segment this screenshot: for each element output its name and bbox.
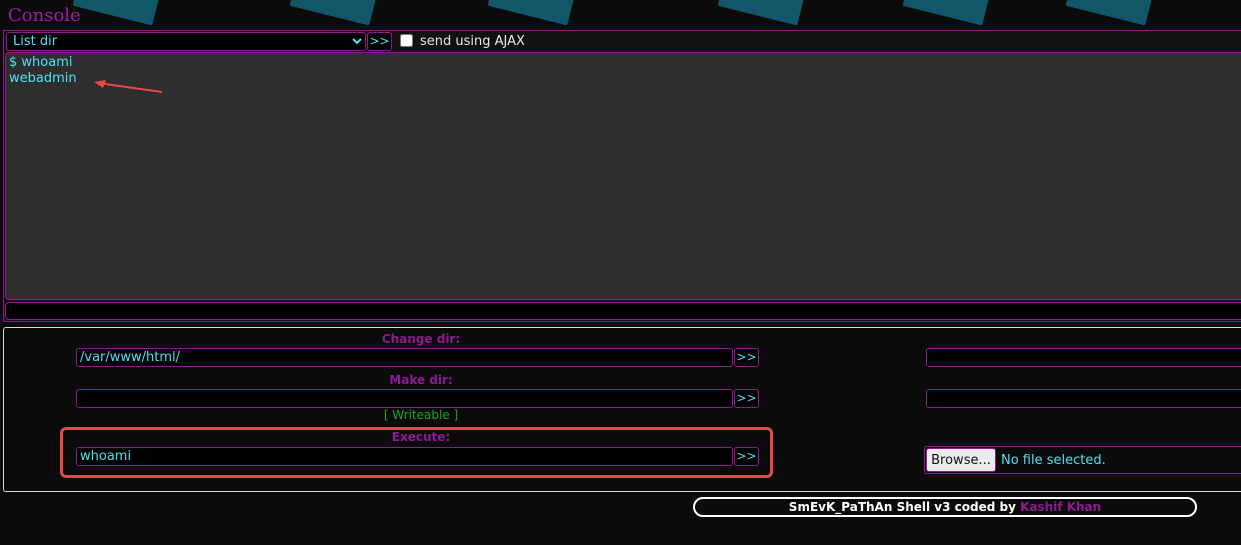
file-status: No file selected. (1001, 453, 1106, 468)
make-dir-input[interactable] (76, 389, 733, 408)
header-decoration (1065, 0, 1153, 26)
console-command-input[interactable] (5, 302, 1241, 320)
console-output[interactable]: $ whoami webadmin (5, 52, 1241, 300)
console-submit-button[interactable]: >> (367, 32, 392, 51)
make-dir-label: Make dir: (389, 373, 453, 387)
header-decoration (717, 0, 805, 26)
execute-highlight-box (60, 427, 773, 478)
writeable-status: [ Writeable ] (383, 408, 459, 422)
output-line: $ whoami (9, 55, 73, 70)
browse-button[interactable]: Browse... (926, 448, 996, 472)
change-dir-label: Change dir: (381, 332, 461, 346)
header-decoration (902, 0, 990, 26)
header-decoration (72, 0, 160, 26)
console-panel: List dir >> send using AJAX $ whoami web… (3, 30, 1241, 322)
header-decoration (289, 0, 377, 26)
footer-author-link[interactable]: Kashif Khan (1020, 500, 1101, 514)
footer-text: SmEvK_PaThAn Shell v3 coded by (788, 500, 1016, 514)
output-line: webadmin (9, 71, 77, 86)
command-select[interactable]: List dir (6, 32, 366, 51)
annotation-arrow-icon (94, 80, 163, 93)
make-dir-button[interactable]: >> (734, 389, 759, 408)
ajax-checkbox[interactable] (400, 34, 413, 47)
change-dir-button[interactable]: >> (734, 348, 759, 367)
right-input-2[interactable] (926, 389, 1241, 408)
right-input-1[interactable] (926, 348, 1241, 367)
change-dir-input[interactable]: /var/www/html/ (76, 348, 733, 367)
header-decoration (487, 0, 575, 26)
footer-credit: SmEvK_PaThAn Shell v3 coded by Kashif Kh… (693, 497, 1197, 517)
console-title: Console (8, 5, 81, 26)
ajax-label: send using AJAX (420, 34, 525, 49)
